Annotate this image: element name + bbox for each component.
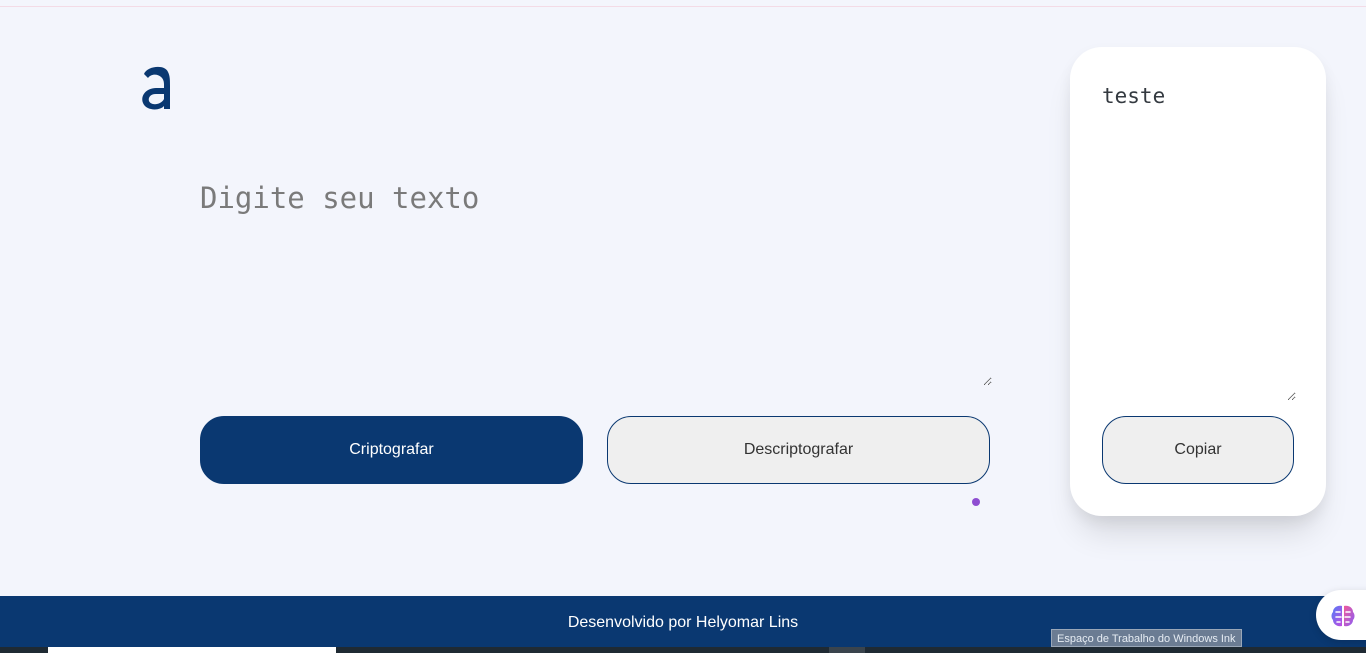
- cursor-dot: [972, 498, 980, 506]
- top-border: [0, 0, 1366, 7]
- taskbar-item[interactable]: [48, 647, 336, 653]
- decrypt-button[interactable]: Descriptografar: [607, 416, 990, 484]
- text-input[interactable]: [196, 170, 992, 386]
- taskbar-item[interactable]: [829, 647, 865, 653]
- encrypt-button[interactable]: Criptografar: [200, 416, 583, 484]
- logo-icon: [139, 62, 173, 112]
- brain-icon: [1331, 605, 1355, 627]
- extension-button[interactable]: [1316, 590, 1366, 640]
- windows-ink-tooltip: Espaço de Trabalho do Windows Ink: [1051, 629, 1242, 647]
- copy-button[interactable]: Copiar: [1102, 416, 1294, 484]
- output-panel: teste Copiar: [1070, 47, 1326, 516]
- output-text[interactable]: teste: [1098, 77, 1296, 401]
